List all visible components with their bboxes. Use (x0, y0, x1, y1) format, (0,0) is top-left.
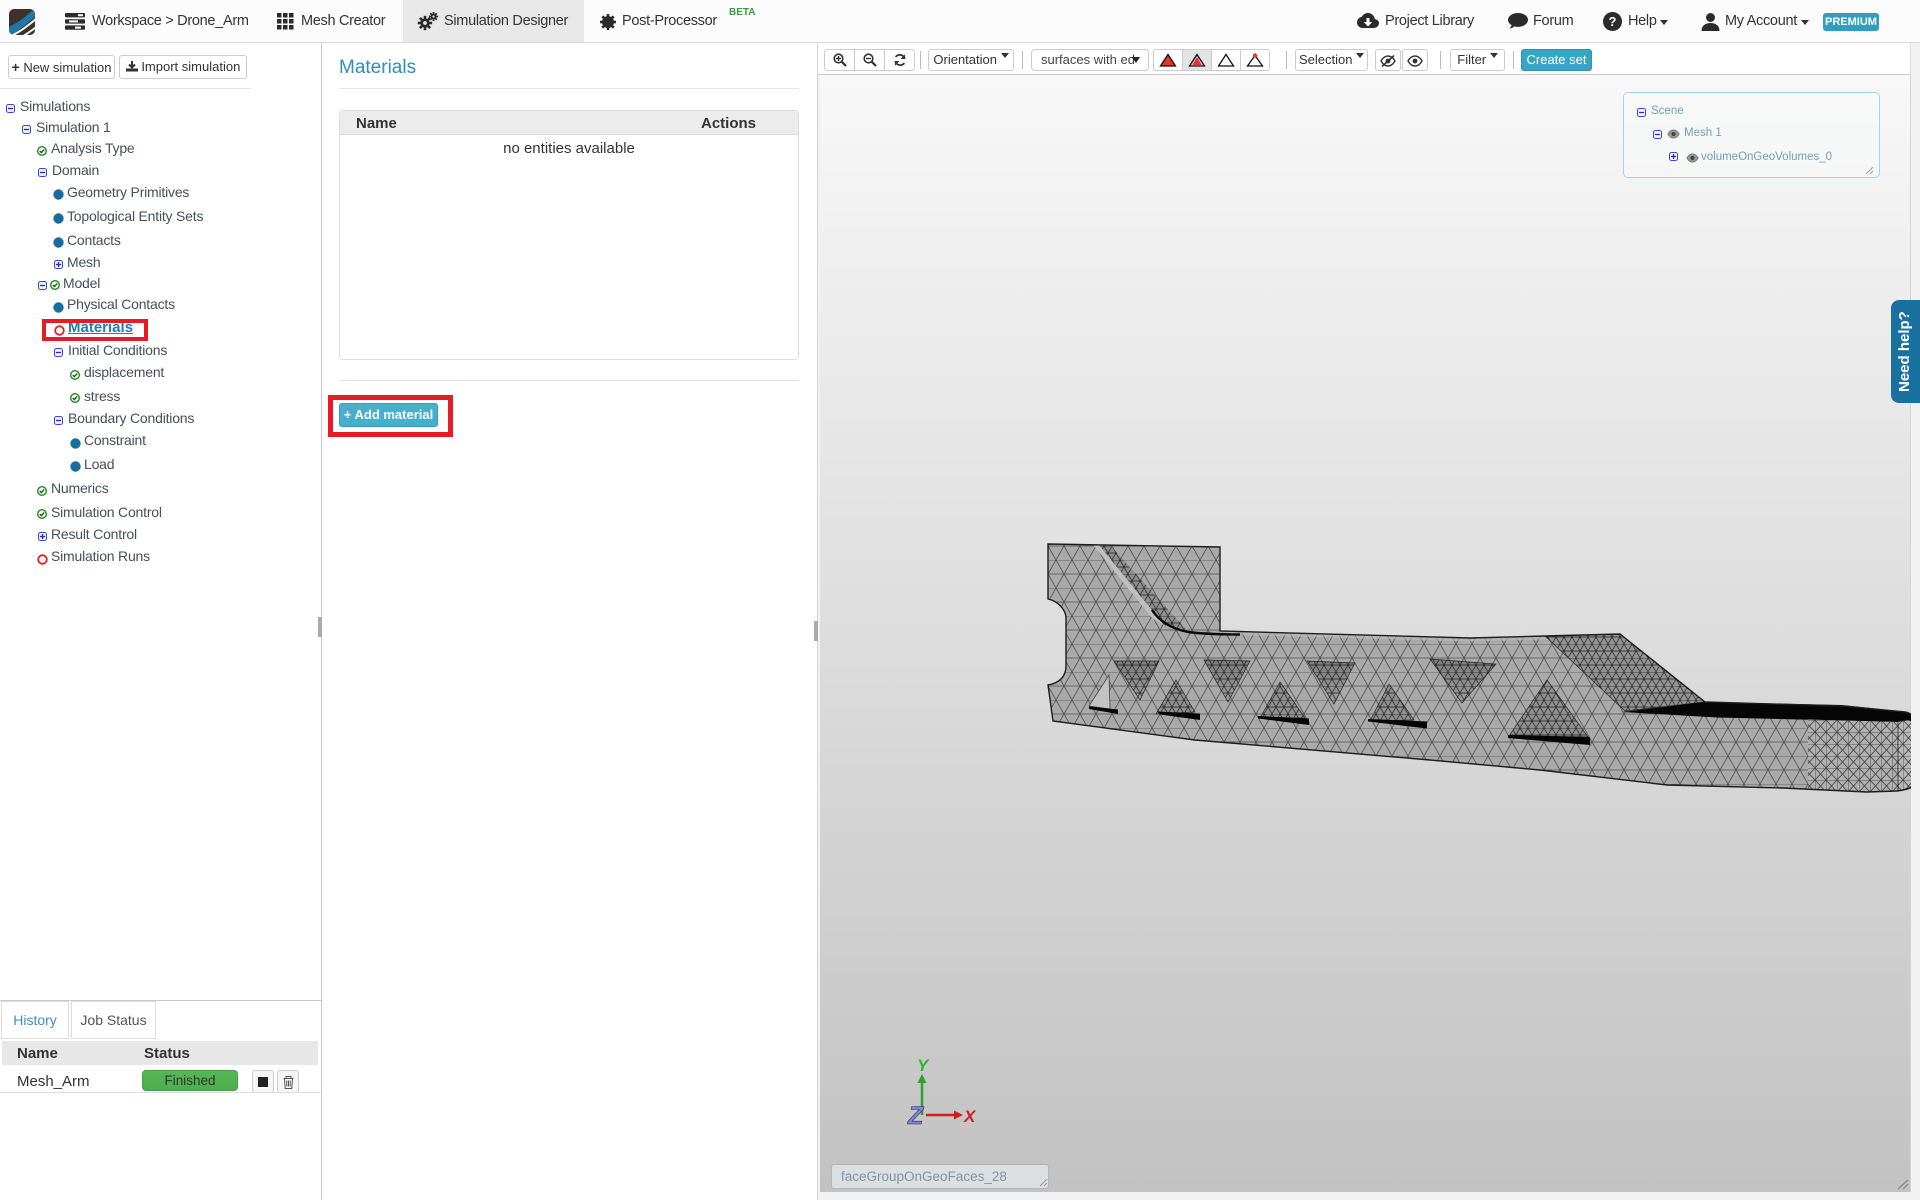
svg-text:Y: Y (917, 1056, 930, 1075)
svg-text:?: ? (1609, 14, 1617, 29)
svg-text:X: X (963, 1107, 977, 1125)
svg-text:Z: Z (907, 1102, 925, 1125)
